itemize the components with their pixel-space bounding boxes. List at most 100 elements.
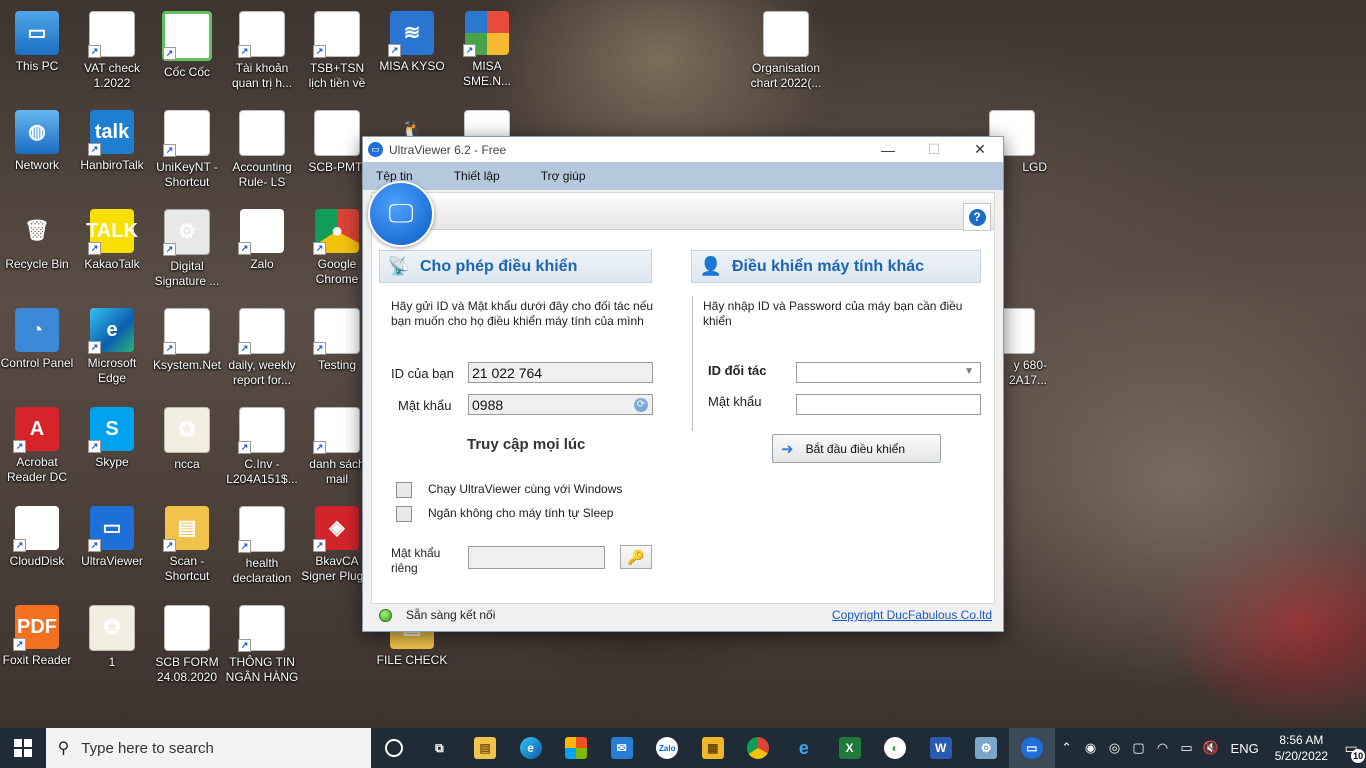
taskbar-search[interactable]: ⚲ Type here to search xyxy=(45,728,372,768)
network-app-icon: ⚙ xyxy=(975,737,998,759)
task-view-icon: ⧉ xyxy=(435,740,444,755)
taskbar-file-explorer[interactable]: ▤ xyxy=(462,728,508,768)
panel-divider xyxy=(692,296,693,431)
taskbar-chrome[interactable] xyxy=(736,728,782,768)
start-control-button[interactable]: ➜ Bắt đầu điều khiển xyxy=(772,434,941,463)
desktop-icon-vat-check[interactable]: XVAT check 1.2022 xyxy=(75,5,149,101)
security-tray-icon[interactable]: ◎ xyxy=(1103,740,1127,756)
desktop-icon-scan[interactable]: ▤Scan - Shortcut xyxy=(150,500,224,596)
desktop-icon-daily-weekly[interactable]: Xdaily, weekly report for... xyxy=(225,302,299,398)
pdf-file-icon: ≡ xyxy=(164,605,210,651)
desktop-icon-accounting-rule[interactable]: ≡Accounting Rule- LS EV... xyxy=(225,104,299,200)
copyright-link[interactable]: Copyright DucFabulous Co.ltd xyxy=(832,608,992,622)
minimize-button[interactable]: — xyxy=(865,137,911,162)
password-field[interactable]: 0988 ⟳ xyxy=(468,394,653,415)
desktop-icon-ncca[interactable]: ✪ ncca xyxy=(150,401,224,497)
partner-id-combobox[interactable]: ▼ xyxy=(796,362,981,383)
taskbar-ultraviewer[interactable]: ▭ xyxy=(1008,728,1055,768)
notification-button[interactable]: ▭ 10 xyxy=(1336,740,1366,763)
clock[interactable]: 8:56 AM 5/20/2022 xyxy=(1275,732,1328,764)
desktop-icon-acrobat[interactable]: AAcrobat Reader DC xyxy=(0,401,74,497)
nosleep-checkbox[interactable] xyxy=(396,506,412,522)
zalo-icon: Zalo xyxy=(238,209,284,255)
coccoc-icon: ◐ xyxy=(884,737,907,759)
desktop-icon-hanbirotalk[interactable]: talkHanbiroTalk xyxy=(75,104,149,200)
desktop-icon-organisation-chart[interactable]: P Organisation chart 2022(... xyxy=(749,5,823,101)
desktop-icon-1[interactable]: ✪ 1 xyxy=(75,599,149,695)
desktop-icon-clouddisk[interactable]: ☁CloudDisk xyxy=(0,500,74,596)
taskbar-excel[interactable]: X xyxy=(827,728,873,768)
taskbar-word[interactable]: W xyxy=(918,728,964,768)
partner-password-field[interactable] xyxy=(796,394,981,415)
powerpoint-file-icon: P xyxy=(763,11,809,57)
desktop-icon-unikey[interactable]: uniUniKeyNT - Shortcut xyxy=(150,104,224,200)
taskbar-zalo[interactable]: Zalo xyxy=(644,728,690,768)
ksystem-icon: ❋ xyxy=(163,308,210,355)
desktop-icon-skype[interactable]: SSkype xyxy=(75,401,149,497)
desktop-icon-scb-form[interactable]: ≡ SCB FORM 24.08.2020 xyxy=(150,599,224,695)
desktop-icon-misa-sme[interactable]: MISA SME.N... xyxy=(450,5,524,101)
wifi-icon[interactable]: ◠ xyxy=(1151,740,1175,756)
password-value: 0988 xyxy=(472,397,504,413)
taskbar-mail[interactable]: ✉ xyxy=(599,728,645,768)
top-strip: ? xyxy=(412,199,994,231)
cortana-button[interactable] xyxy=(371,728,417,768)
desktop-icon-control-panel[interactable]: ◔ Control Panel xyxy=(0,302,74,398)
desktop-icon-coccoc[interactable]: ◐Cốc Cốc xyxy=(150,5,224,101)
volume-muted-icon[interactable]: 🔇 xyxy=(1199,740,1223,756)
desktop-icon-thong-tin[interactable]: XTHÔNG TIN NGÂN HÀNG xyxy=(225,599,299,695)
desktop-icon-tsb-tsn[interactable]: XTSB+TSN lịch tiền về (1) xyxy=(300,5,374,101)
title-bar[interactable]: ▭ UltraViewer 6.2 - Free — ☐ ✕ xyxy=(363,137,1003,162)
taskbar-edge[interactable]: e xyxy=(508,728,554,768)
taskbar-coccoc[interactable]: ◐ xyxy=(872,728,918,768)
desktop-icon-kakaotalk[interactable]: TALKKakaoTalk xyxy=(75,203,149,299)
hanbiro-talk-icon: talk xyxy=(88,110,134,156)
desktop-icon-misa-kyso[interactable]: ≋MISA KYSO xyxy=(375,5,449,101)
your-id-field[interactable]: 21 022 764 xyxy=(468,362,653,383)
private-password-field[interactable] xyxy=(468,546,605,569)
desktop-icon-this-pc[interactable]: ▭ This PC xyxy=(0,5,74,101)
desktop-icon-ultraviewer[interactable]: ▭UltraViewer xyxy=(75,500,149,596)
chevron-down-icon[interactable]: ▼ xyxy=(964,366,974,377)
desktop-icon-cinv[interactable]: WC.Inv -L204A151$... xyxy=(225,401,299,497)
power-icon[interactable]: ▭ xyxy=(1175,740,1199,756)
menu-settings[interactable]: Thiết lập xyxy=(441,169,513,183)
excel-file-icon: X xyxy=(238,308,285,355)
installer-icon: ⚙ xyxy=(163,209,210,256)
close-button[interactable]: ✕ xyxy=(957,137,1003,162)
desktop-icon-digital-signature[interactable]: ⚙Digital Signature ... xyxy=(150,203,224,299)
key-button[interactable]: 🔑 xyxy=(620,545,652,569)
desktop-icon-health-declaration[interactable]: Xhealth declaration xyxy=(225,500,299,596)
status-indicator-icon xyxy=(379,608,392,622)
windows-logo-icon xyxy=(13,739,32,757)
pdf-icon: PDF xyxy=(13,605,59,651)
certificate-icon: ✪ xyxy=(164,407,210,453)
startup-checkbox[interactable] xyxy=(396,482,412,498)
ultraviewer-icon: ▭ xyxy=(1020,737,1043,759)
maximize-button[interactable]: ☐ xyxy=(911,137,957,162)
menu-help[interactable]: Trợ giúp xyxy=(528,169,599,183)
refresh-password-icon[interactable]: ⟳ xyxy=(634,398,648,412)
taskbar-store[interactable] xyxy=(553,728,599,768)
camera-tray-icon[interactable]: ▢ xyxy=(1127,740,1151,756)
system-tray: ⌃ ◉ ◎ ▢ ◠ ▭ 🔇 ENG 8:56 AM 5/20/2022 ▭ 10 xyxy=(1055,728,1366,768)
taskbar-network-app[interactable]: ⚙ xyxy=(963,728,1009,768)
help-button[interactable]: ? xyxy=(963,203,991,231)
taskbar-file-manager[interactable]: ▦ xyxy=(690,728,736,768)
language-indicator[interactable]: ENG xyxy=(1231,741,1259,756)
chevron-up-icon[interactable]: ⌃ xyxy=(1055,740,1079,756)
taskbar-ie[interactable]: e xyxy=(781,728,827,768)
desktop-icon-foxit[interactable]: PDFFoxit Reader xyxy=(0,599,74,695)
misa-sme-icon xyxy=(463,11,509,57)
desktop-icon-recycle-bin[interactable]: 🗑 Recycle Bin xyxy=(0,203,74,299)
desktop-icon-tai-khoan[interactable]: WTài khoản quan trị h... xyxy=(225,5,299,101)
task-view-button[interactable]: ⧉ xyxy=(417,728,463,768)
desktop-icon-ksystem[interactable]: ❋Ksystem.Net xyxy=(150,302,224,398)
desktop-icon-edge[interactable]: eMicrosoft Edge xyxy=(75,302,149,398)
main-content: ? 🖵 📡 Cho phép điều khiển Hãy gửi ID và … xyxy=(368,181,995,604)
desktop-icon-zalo[interactable]: ZaloZalo xyxy=(225,203,299,299)
desktop-icon-network[interactable]: ◍ Network xyxy=(0,104,74,200)
start-button[interactable] xyxy=(0,728,46,768)
ultraviewer-tray-icon[interactable]: ◉ xyxy=(1079,740,1103,756)
excel-file-icon: X xyxy=(313,11,360,58)
